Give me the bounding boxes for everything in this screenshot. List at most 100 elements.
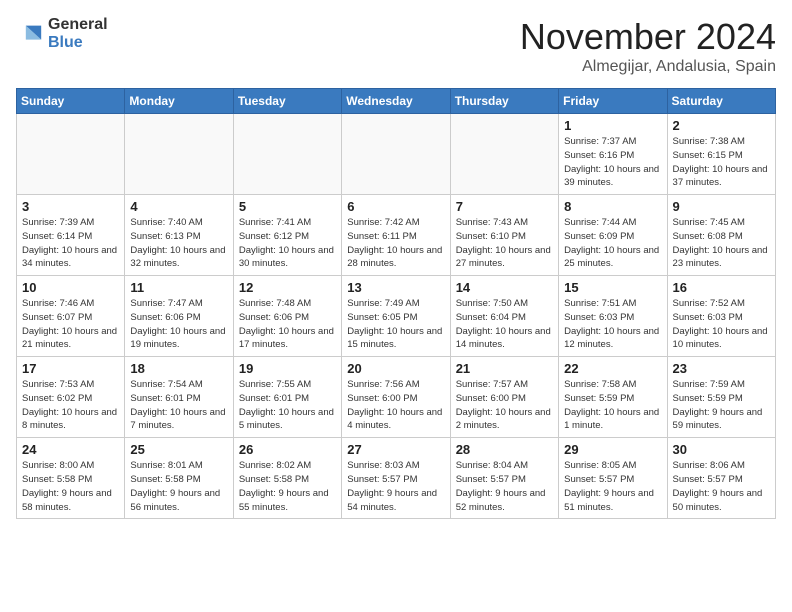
day-info: Sunrise: 7:40 AM Sunset: 6:13 PM Dayligh… xyxy=(130,216,227,271)
day-info: Sunrise: 7:44 AM Sunset: 6:09 PM Dayligh… xyxy=(564,216,661,271)
day-number: 13 xyxy=(347,280,444,295)
day-info: Sunrise: 7:39 AM Sunset: 6:14 PM Dayligh… xyxy=(22,216,119,271)
month-title: November 2024 xyxy=(520,16,776,58)
day-info: Sunrise: 7:53 AM Sunset: 6:02 PM Dayligh… xyxy=(22,378,119,433)
day-number: 26 xyxy=(239,442,336,457)
day-number: 25 xyxy=(130,442,227,457)
day-info: Sunrise: 7:41 AM Sunset: 6:12 PM Dayligh… xyxy=(239,216,336,271)
calendar-cell: 19 Sunrise: 7:55 AM Sunset: 6:01 PM Dayli… xyxy=(233,357,341,438)
day-number: 24 xyxy=(22,442,119,457)
calendar-cell: 8 Sunrise: 7:44 AM Sunset: 6:09 PM Daylig… xyxy=(559,195,667,276)
day-info: Sunrise: 8:01 AM Sunset: 5:58 PM Dayligh… xyxy=(130,459,227,514)
day-number: 3 xyxy=(22,199,119,214)
day-info: Sunrise: 7:42 AM Sunset: 6:11 PM Dayligh… xyxy=(347,216,444,271)
calendar-cell: 11Sunrise: 7:47 AM Sunset: 6:06 PM Dayli… xyxy=(125,276,233,357)
day-number: 21 xyxy=(456,361,553,376)
logo-icon xyxy=(16,20,44,48)
calendar-table: SundayMondayTuesdayWednesdayThursdayFrid… xyxy=(16,88,776,519)
calendar-cell: 1Sunrise: 7:37 AM Sunset: 6:16 PM Daylig… xyxy=(559,114,667,195)
day-number: 30 xyxy=(673,442,770,457)
day-info: Sunrise: 8:00 AM Sunset: 5:58 PM Dayligh… xyxy=(22,459,119,514)
calendar-cell: 3 Sunrise: 7:39 AM Sunset: 6:14 PM Daylig… xyxy=(17,195,125,276)
day-info: Sunrise: 7:54 AM Sunset: 6:01 PM Dayligh… xyxy=(130,378,227,433)
calendar-cell: 24 Sunrise: 8:00 AM Sunset: 5:58 PM Dayli… xyxy=(17,438,125,519)
calendar-cell: 10 Sunrise: 7:46 AM Sunset: 6:07 PM Dayli… xyxy=(17,276,125,357)
day-number: 7 xyxy=(456,199,553,214)
calendar-cell: 13 Sunrise: 7:49 AM Sunset: 6:05 PM Dayli… xyxy=(342,276,450,357)
header-tuesday: Tuesday xyxy=(233,89,341,114)
calendar-week-3: 17 Sunrise: 7:53 AM Sunset: 6:02 PM Dayli… xyxy=(17,357,776,438)
day-number: 9 xyxy=(673,199,770,214)
day-info: Sunrise: 7:38 AM Sunset: 6:15 PM Dayligh… xyxy=(673,135,770,190)
calendar-cell: 9 Sunrise: 7:45 AM Sunset: 6:08 PM Daylig… xyxy=(667,195,775,276)
calendar-cell: 5 Sunrise: 7:41 AM Sunset: 6:12 PM Daylig… xyxy=(233,195,341,276)
day-number: 12 xyxy=(239,280,336,295)
day-number: 14 xyxy=(456,280,553,295)
day-number: 28 xyxy=(456,442,553,457)
calendar-cell: 22 Sunrise: 7:58 AM Sunset: 5:59 PM Dayli… xyxy=(559,357,667,438)
calendar-cell xyxy=(233,114,341,195)
calendar-week-1: 3 Sunrise: 7:39 AM Sunset: 6:14 PM Daylig… xyxy=(17,195,776,276)
calendar-cell: 6 Sunrise: 7:42 AM Sunset: 6:11 PM Daylig… xyxy=(342,195,450,276)
calendar-cell: 16 Sunrise: 7:52 AM Sunset: 6:03 PM Dayli… xyxy=(667,276,775,357)
header-friday: Friday xyxy=(559,89,667,114)
day-number: 2 xyxy=(673,118,770,133)
calendar-cell: 25 Sunrise: 8:01 AM Sunset: 5:58 PM Dayli… xyxy=(125,438,233,519)
day-info: Sunrise: 8:02 AM Sunset: 5:58 PM Dayligh… xyxy=(239,459,336,514)
day-number: 10 xyxy=(22,280,119,295)
calendar-cell: 21 Sunrise: 7:57 AM Sunset: 6:00 PM Dayli… xyxy=(450,357,558,438)
day-number: 15 xyxy=(564,280,661,295)
logo-text: General Blue xyxy=(48,16,108,51)
day-number: 6 xyxy=(347,199,444,214)
day-number: 4 xyxy=(130,199,227,214)
day-info: Sunrise: 7:37 AM Sunset: 6:16 PM Dayligh… xyxy=(564,135,661,190)
title-block: November 2024 Almegijar, Andalusia, Spai… xyxy=(520,16,776,76)
day-number: 19 xyxy=(239,361,336,376)
calendar-header-row: SundayMondayTuesdayWednesdayThursdayFrid… xyxy=(17,89,776,114)
logo-blue: Blue xyxy=(48,34,108,52)
day-info: Sunrise: 7:55 AM Sunset: 6:01 PM Dayligh… xyxy=(239,378,336,433)
calendar-cell: 14Sunrise: 7:50 AM Sunset: 6:04 PM Dayli… xyxy=(450,276,558,357)
day-info: Sunrise: 7:45 AM Sunset: 6:08 PM Dayligh… xyxy=(673,216,770,271)
calendar-cell: 17 Sunrise: 7:53 AM Sunset: 6:02 PM Dayli… xyxy=(17,357,125,438)
calendar-cell xyxy=(125,114,233,195)
calendar-cell: 26 Sunrise: 8:02 AM Sunset: 5:58 PM Dayli… xyxy=(233,438,341,519)
calendar-cell: 4 Sunrise: 7:40 AM Sunset: 6:13 PM Daylig… xyxy=(125,195,233,276)
header-saturday: Saturday xyxy=(667,89,775,114)
day-number: 27 xyxy=(347,442,444,457)
calendar-cell: 27 Sunrise: 8:03 AM Sunset: 5:57 PM Dayli… xyxy=(342,438,450,519)
page-header: General Blue November 2024 Almegijar, An… xyxy=(16,16,776,76)
calendar-week-4: 24 Sunrise: 8:00 AM Sunset: 5:58 PM Dayli… xyxy=(17,438,776,519)
header-monday: Monday xyxy=(125,89,233,114)
day-number: 22 xyxy=(564,361,661,376)
day-info: Sunrise: 8:05 AM Sunset: 5:57 PM Dayligh… xyxy=(564,459,661,514)
day-info: Sunrise: 8:06 AM Sunset: 5:57 PM Dayligh… xyxy=(673,459,770,514)
day-info: Sunrise: 7:49 AM Sunset: 6:05 PM Dayligh… xyxy=(347,297,444,352)
day-info: Sunrise: 7:43 AM Sunset: 6:10 PM Dayligh… xyxy=(456,216,553,271)
logo: General Blue xyxy=(16,16,108,51)
day-number: 5 xyxy=(239,199,336,214)
day-info: Sunrise: 7:57 AM Sunset: 6:00 PM Dayligh… xyxy=(456,378,553,433)
day-number: 8 xyxy=(564,199,661,214)
day-number: 23 xyxy=(673,361,770,376)
header-thursday: Thursday xyxy=(450,89,558,114)
calendar-cell: 29Sunrise: 8:05 AM Sunset: 5:57 PM Dayli… xyxy=(559,438,667,519)
calendar-cell: 28 Sunrise: 8:04 AM Sunset: 5:57 PM Dayli… xyxy=(450,438,558,519)
logo-general: General xyxy=(48,16,108,34)
day-number: 17 xyxy=(22,361,119,376)
calendar-cell: 15Sunrise: 7:51 AM Sunset: 6:03 PM Dayli… xyxy=(559,276,667,357)
day-info: Sunrise: 7:56 AM Sunset: 6:00 PM Dayligh… xyxy=(347,378,444,433)
calendar-cell xyxy=(450,114,558,195)
header-wednesday: Wednesday xyxy=(342,89,450,114)
day-info: Sunrise: 8:04 AM Sunset: 5:57 PM Dayligh… xyxy=(456,459,553,514)
day-info: Sunrise: 8:03 AM Sunset: 5:57 PM Dayligh… xyxy=(347,459,444,514)
day-info: Sunrise: 7:58 AM Sunset: 5:59 PM Dayligh… xyxy=(564,378,661,433)
day-number: 18 xyxy=(130,361,227,376)
day-info: Sunrise: 7:52 AM Sunset: 6:03 PM Dayligh… xyxy=(673,297,770,352)
day-number: 20 xyxy=(347,361,444,376)
calendar-cell xyxy=(342,114,450,195)
day-info: Sunrise: 7:46 AM Sunset: 6:07 PM Dayligh… xyxy=(22,297,119,352)
calendar-week-0: 1Sunrise: 7:37 AM Sunset: 6:16 PM Daylig… xyxy=(17,114,776,195)
day-number: 16 xyxy=(673,280,770,295)
calendar-cell: 7 Sunrise: 7:43 AM Sunset: 6:10 PM Daylig… xyxy=(450,195,558,276)
